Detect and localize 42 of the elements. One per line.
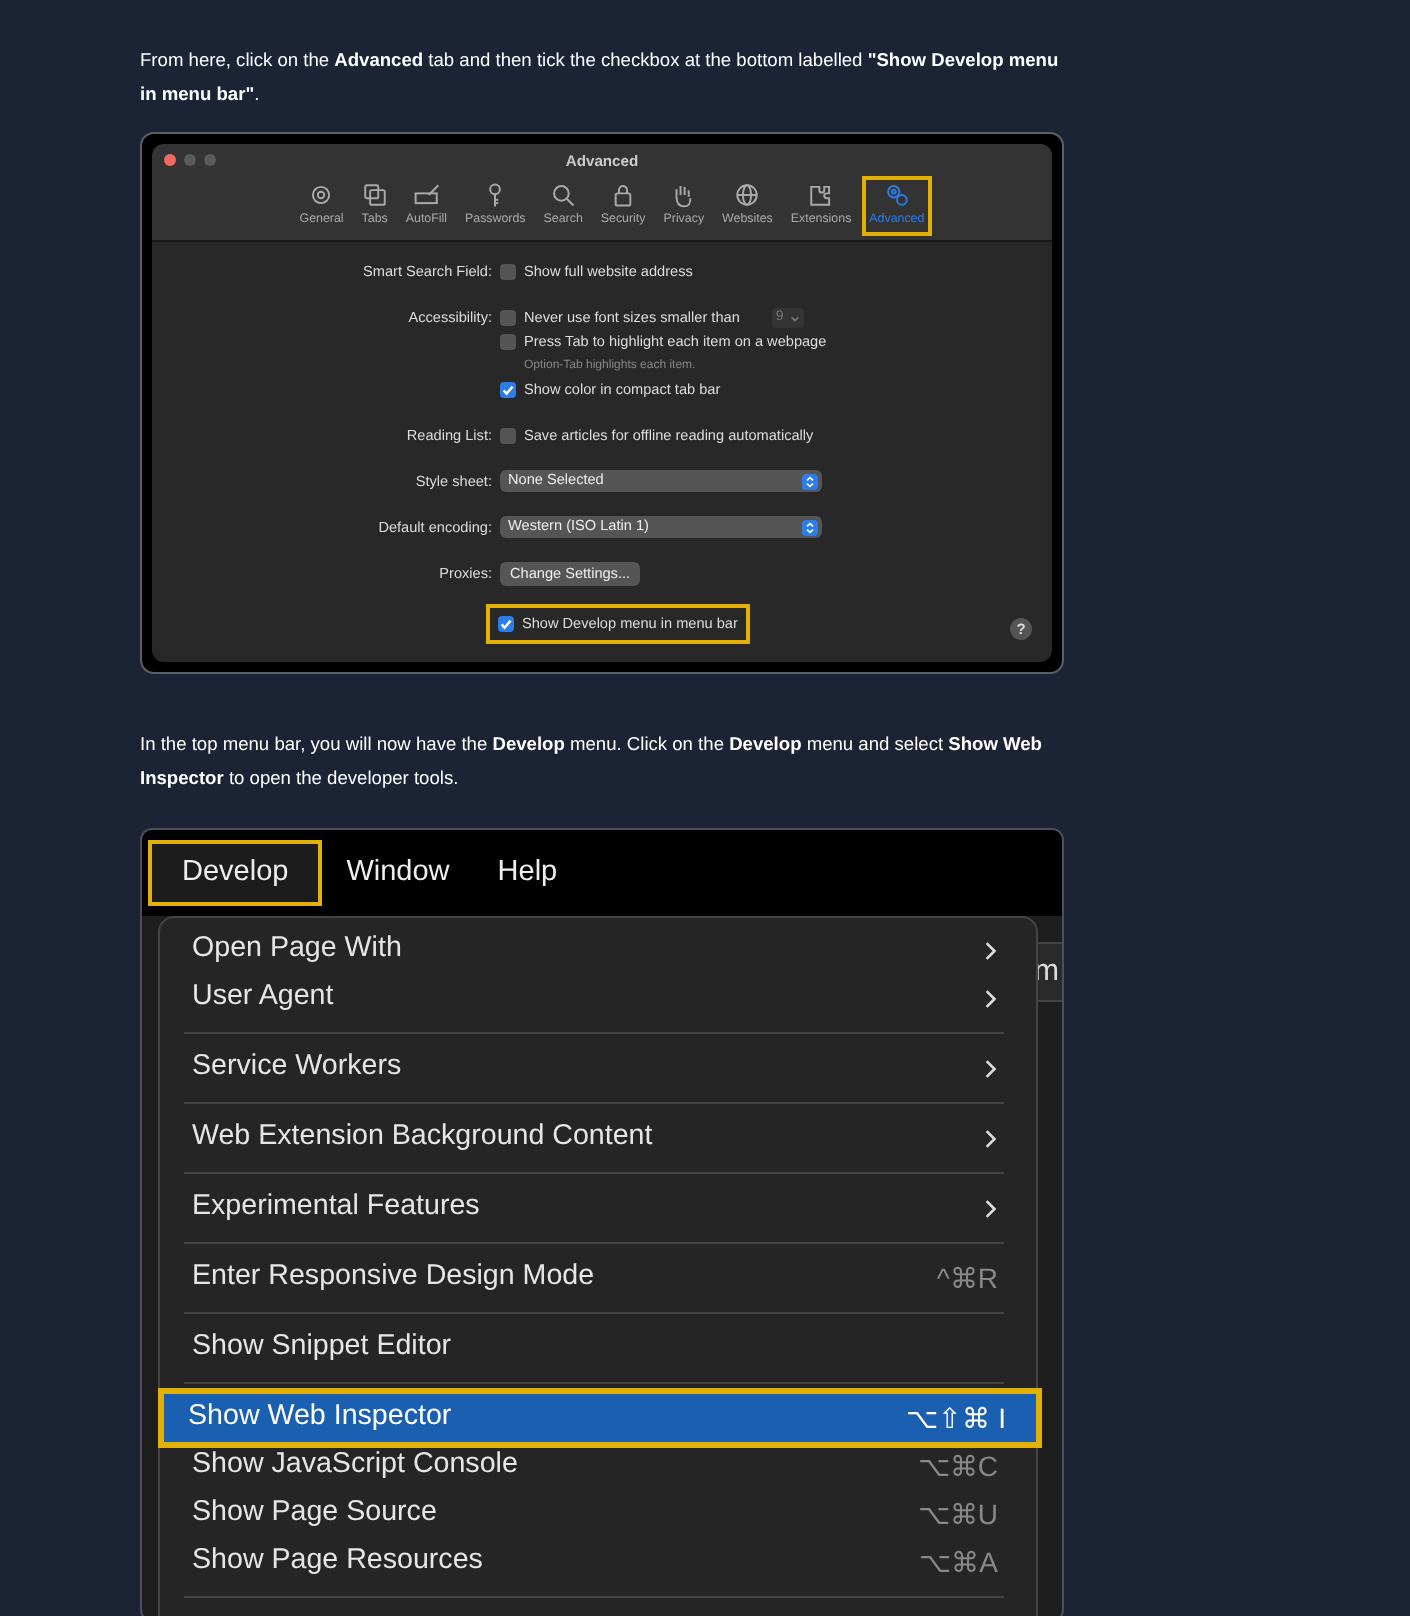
- menu-item[interactable]: User Agent: [168, 974, 1028, 1022]
- shortcut-text: ^⌘R: [936, 1259, 998, 1297]
- hand-icon: [670, 182, 697, 209]
- close-button[interactable]: [164, 154, 176, 166]
- menu-item[interactable]: Service Workers: [168, 1044, 1028, 1092]
- menu-item[interactable]: Show Snippet Editor: [168, 1324, 1028, 1372]
- menu-item[interactable]: Show JavaScript Console ⌥⌘C: [168, 1442, 1028, 1490]
- puzzle-icon: [808, 182, 835, 209]
- menu-item[interactable]: Show Page Resources ⌥⌘A: [168, 1538, 1028, 1586]
- menu-item[interactable]: Open Page With: [168, 926, 1028, 974]
- checkbox[interactable]: [500, 310, 516, 326]
- menu-bar-item[interactable]: Develop: [148, 839, 323, 907]
- menu-bar-item[interactable]: Window: [322, 839, 474, 907]
- zoom-button[interactable]: [204, 154, 216, 166]
- shortcut-text: ⌥⌘C: [917, 1447, 998, 1485]
- menu-item[interactable]: Web Extension Background Content: [168, 1114, 1028, 1162]
- checkbox[interactable]: [500, 264, 516, 280]
- chevron-updown-icon: [802, 473, 818, 489]
- menu-bar-item[interactable]: Help: [473, 839, 582, 907]
- minimize-button[interactable]: [184, 154, 196, 166]
- chevron-updown-icon: [802, 519, 818, 535]
- menu-item[interactable]: Show Web Inspector ⌥⇧⌘ I: [164, 1394, 1036, 1442]
- checkbox[interactable]: [498, 616, 514, 632]
- gears-icon: [883, 182, 910, 209]
- lock-icon: [610, 182, 637, 209]
- checkbox[interactable]: [500, 334, 516, 350]
- menu-item[interactable]: Enter Responsive Design Mode ^⌘R: [168, 1254, 1028, 1302]
- checkbox[interactable]: [500, 382, 516, 398]
- menu-item[interactable]: Show Page Source ⌥⌘U: [168, 1490, 1028, 1538]
- gear-icon: [308, 182, 335, 209]
- menu-item[interactable]: Experimental Features: [168, 1184, 1028, 1232]
- search-icon: [550, 182, 577, 209]
- caret-icon: [789, 313, 800, 323]
- instruction-text: In the top menu bar, you will now have the Develop menu. Click on the Develop menu and select Show Web Inspector to open the developer tools.: [140, 732, 1044, 792]
- shortcut-text: ⌥⇧⌘ I: [906, 1399, 1006, 1437]
- instruction-text: From here, click on the Advanced tab and then tick the checkbox at the bottom labelled "Show Develop menu in menu bar".: [140, 48, 1061, 108]
- shortcut-text: ⌥⌘A: [919, 1543, 998, 1581]
- globe-icon: [734, 182, 761, 209]
- checkbox[interactable]: [500, 428, 516, 444]
- tabs-icon: [361, 182, 388, 209]
- pencil-icon: [413, 182, 440, 209]
- shortcut-text: ⌥⌘U: [917, 1495, 998, 1533]
